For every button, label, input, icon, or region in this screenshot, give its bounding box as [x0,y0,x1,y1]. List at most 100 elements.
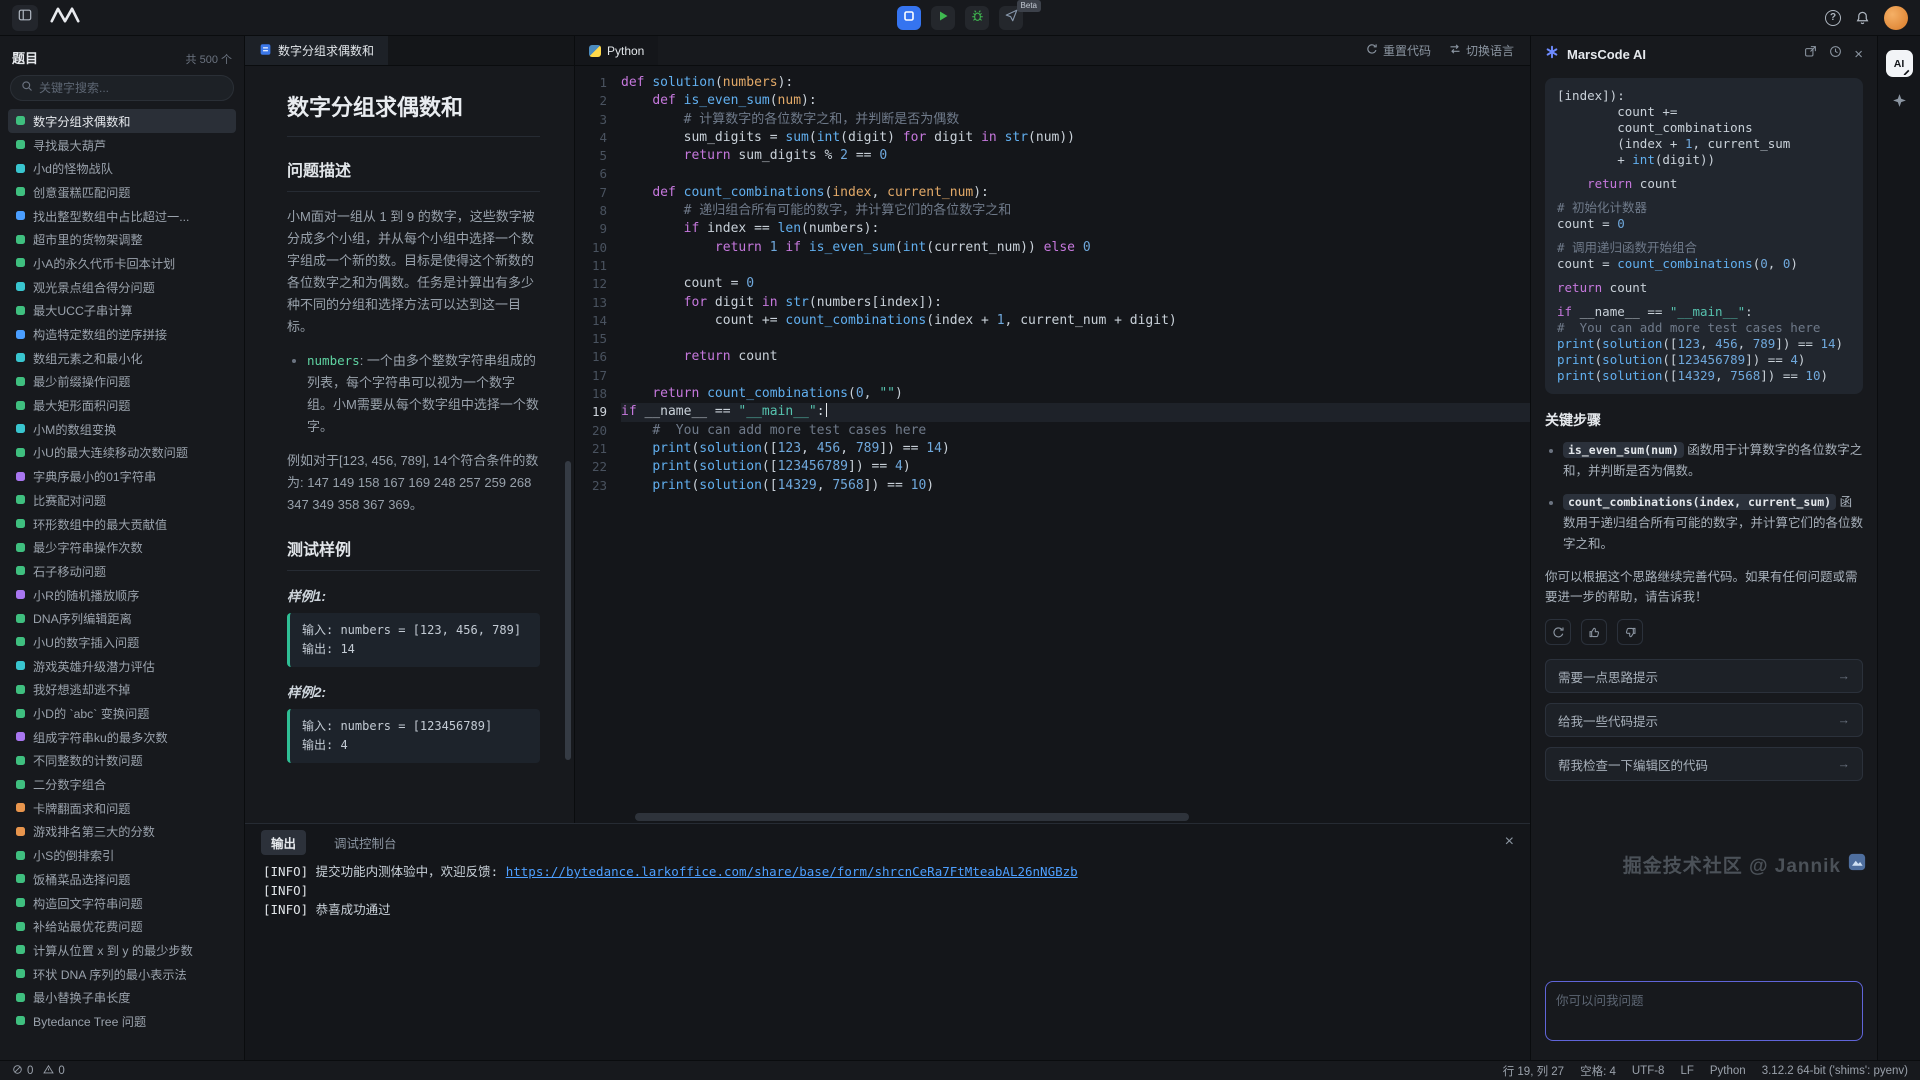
notifications-bell-icon[interactable] [1855,10,1870,25]
problem-list-item[interactable]: 不同整数的计数问题 [8,749,236,773]
problem-icon [16,140,25,149]
open-in-window-icon[interactable] [1804,45,1817,63]
console-close-icon[interactable]: × [1505,833,1514,851]
step-code-chip: is_even_sum(num) [1563,442,1684,458]
problem-list-item[interactable]: 小S的倒排索引 [8,843,236,867]
ai-toggle-button[interactable]: AI [1886,50,1913,77]
problems-count: 共 500 个 [186,51,232,67]
problem-label: 游戏英雄升级潜力评估 [33,657,155,675]
run-button[interactable] [931,6,955,30]
problem-list-item[interactable]: 最大矩形面积问题 [8,393,236,417]
samples-container: 样例1:输入: numbers = [123, 456, 789]输出: 14样… [287,585,540,763]
ai-chat-input[interactable] [1545,981,1863,1041]
problem-list-item[interactable]: 卡牌翻面求和问题 [8,796,236,820]
problem-list-item[interactable]: 小D的 `abc` 变换问题 [8,701,236,725]
errors-indicator[interactable]: 0 [12,1064,33,1078]
ai-close-icon[interactable]: × [1854,46,1863,63]
problem-list-item[interactable]: 环状 DNA 序列的最小表示法 [8,962,236,986]
status-encoding[interactable]: UTF-8 [1632,1065,1665,1077]
problem-icon [16,306,25,315]
editor-tabstrip: Python 重置代码 切换语言 [575,36,1530,66]
problem-list-item[interactable]: 二分数字组合 [8,772,236,796]
bug-icon [971,9,984,27]
description-tabstrip: 数字分组求偶数和 [245,36,574,66]
problem-list-item[interactable]: 组成字符串ku的最多次数 [8,725,236,749]
editor-horizontal-scrollbar[interactable] [635,813,1189,821]
problem-list-item[interactable]: Bytedance Tree 问题 [8,1009,236,1033]
thumbs-down-button[interactable] [1617,619,1643,645]
problem-list-item[interactable]: 找出整型数组中占比超过一... [8,204,236,228]
problem-list-item[interactable]: 最少字符串操作次数 [8,535,236,559]
problem-list-item[interactable]: 我好想逃却逃不掉 [8,678,236,702]
sparkle-icon[interactable] [1891,93,1908,110]
problem-list-item[interactable]: 饭桶菜品选择问题 [8,867,236,891]
search-input[interactable] [39,81,223,95]
problem-label: 小D的 `abc` 变换问题 [33,704,149,722]
help-icon[interactable]: ? [1825,10,1841,26]
problem-list-item[interactable]: 小U的数字插入问题 [8,630,236,654]
warnings-indicator[interactable]: 0 [43,1064,64,1078]
problem-list-item[interactable]: 小A的永久代币卡回本计划 [8,251,236,275]
status-interpreter[interactable]: 3.12.2 64-bit ('shims': pyenv) [1762,1065,1908,1077]
problem-list-item[interactable]: 字典序最小的01字符串 [8,464,236,488]
problem-icon [16,330,25,339]
sidebar-toggle-button[interactable] [12,5,38,31]
problem-label: 数组元素之和最小化 [33,349,143,367]
ai-suggestion-button[interactable]: 帮我检查一下编辑区的代码→ [1545,747,1863,781]
problem-list-item[interactable]: 小d的怪物战队 [8,156,236,180]
problem-list-item[interactable]: 游戏排名第三大的分数 [8,820,236,844]
search-box[interactable] [10,75,234,101]
problem-list-item[interactable]: 创意蛋糕匹配问题 [8,180,236,204]
problem-list-item[interactable]: 小M的数组变换 [8,417,236,441]
problem-list-item[interactable]: 观光景点组合得分问题 [8,275,236,299]
ai-suggestion-button[interactable]: 给我一些代码提示→ [1545,703,1863,737]
marscode-logo[interactable] [50,7,80,28]
problem-list-item[interactable]: 计算从位置 x 到 y 的最少步数 [8,938,236,962]
problem-list-item[interactable]: 游戏英雄升级潜力评估 [8,654,236,678]
problem-list-item[interactable]: 最少前缀操作问题 [8,370,236,394]
problem-list-item[interactable]: 最小替换子串长度 [8,985,236,1009]
problem-icon [16,945,25,954]
user-avatar[interactable] [1884,6,1908,30]
problem-list-item[interactable]: DNA序列编辑距离 [8,606,236,630]
problem-list-item[interactable]: 超市里的货物架调整 [8,227,236,251]
debug-button[interactable] [965,6,989,30]
warning-icon [43,1064,54,1078]
submit-button[interactable]: Beta [999,6,1023,30]
editor-language-tab[interactable]: Python [575,36,658,65]
problem-list-item[interactable]: 寻找最大葫芦 [8,133,236,157]
history-icon[interactable] [1829,45,1842,63]
problem-list-item[interactable]: 数字分组求偶数和 [8,109,236,133]
description-tab[interactable]: 数字分组求偶数和 [245,36,388,65]
status-eol[interactable]: LF [1680,1065,1693,1077]
reset-code-button[interactable]: 重置代码 [1366,42,1431,59]
problem-list-item[interactable]: 比赛配对问题 [8,488,236,512]
code-content[interactable]: def solution(numbers): def is_even_sum(n… [621,74,1530,823]
status-language[interactable]: Python [1710,1065,1746,1077]
problem-list-item[interactable]: 小R的随机播放顺序 [8,583,236,607]
console-tab-output[interactable]: 输出 [261,830,306,855]
status-cursor-position[interactable]: 行 19, 列 27 [1503,1063,1564,1079]
problem-list-item[interactable]: 最大UCC子串计算 [8,299,236,323]
ai-closing-text: 你可以根据这个思路继续完善代码。如果有任何问题或需要进一步的帮助，请告诉我！ [1545,567,1863,607]
thumbs-up-button[interactable] [1581,619,1607,645]
problem-list-item[interactable]: 数组元素之和最小化 [8,346,236,370]
switch-language-button[interactable]: 切换语言 [1449,42,1514,59]
problem-icon [16,1016,25,1025]
step-code-chip: count_combinations(index, current_sum) [1563,494,1836,510]
console-tab-debug[interactable]: 调试控制台 [324,830,407,855]
console-link[interactable]: https://bytedance.larkoffice.com/share/b… [506,864,1078,879]
description-scrollbar[interactable] [565,461,571,760]
status-indent[interactable]: 空格: 4 [1580,1063,1616,1079]
problem-label: 最少前缀操作问题 [33,372,131,390]
problem-list-item[interactable]: 构造特定数组的逆序拼接 [8,322,236,346]
problem-list-item[interactable]: 石子移动问题 [8,559,236,583]
problem-list-item[interactable]: 小U的最大连续移动次数问题 [8,441,236,465]
problem-list-item[interactable]: 环形数组中的最大贡献值 [8,512,236,536]
problem-list-item[interactable]: 构造回文字符串问题 [8,891,236,915]
ai-suggestion-button[interactable]: 需要一点思路提示→ [1545,659,1863,693]
regenerate-button[interactable] [1545,619,1571,645]
format-button[interactable] [897,6,921,30]
code-editor[interactable]: 1234567891011121314151617181920212223 de… [575,66,1530,823]
problem-list-item[interactable]: 补给站最优花费问题 [8,914,236,938]
